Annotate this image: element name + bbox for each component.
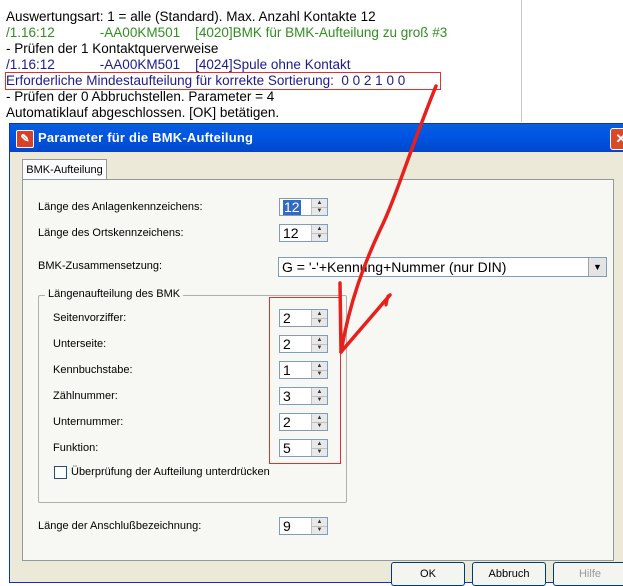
log-output: Auswertungsart: 1 = alle (Standard). Max… xyxy=(0,0,522,122)
orts-stepper[interactable]: 12 ▲ ▼ xyxy=(279,224,328,242)
anlagen-label: Länge des Anlagenkennzeichens: xyxy=(38,201,203,213)
suppress-check-checkbox[interactable] xyxy=(54,466,67,479)
app-icon: ✎ xyxy=(16,130,34,148)
orts-label: Länge des Ortskennzeichens: xyxy=(38,227,184,239)
zusammensetzung-select[interactable]: G = '-'+Kennung+Nummer (nur DIN) ▼ xyxy=(278,257,607,277)
row-label: Funktion: xyxy=(53,442,99,454)
log-line: /1.16:12 -AA00KM501 [4024]Spule ohne Kon… xyxy=(6,57,351,72)
anschluss-stepper[interactable]: 9 ▲ ▼ xyxy=(279,517,328,535)
zusammensetzung-label: BMK-Zusammensetzung: xyxy=(38,260,163,272)
anlagen-stepper[interactable]: 12 ▲ ▼ xyxy=(279,198,328,216)
anschluss-value[interactable]: 9 xyxy=(283,519,291,534)
log-line: /1.16:12 -AA00KM501 [4020]BMK für BMK-Au… xyxy=(6,25,448,40)
anlagen-value[interactable]: 12 xyxy=(283,200,301,215)
log-line: Automatiklauf abgeschlossen. [OK] betäti… xyxy=(6,105,280,120)
help-button[interactable]: Hilfe xyxy=(553,562,623,586)
spin-down-icon[interactable]: ▼ xyxy=(312,526,327,534)
row-label: Seitenvorziffer: xyxy=(53,312,127,324)
row-label: Zählnummer: xyxy=(53,390,118,402)
orts-value[interactable]: 12 xyxy=(283,226,299,241)
annotation-rectangle xyxy=(269,297,341,464)
cancel-button[interactable]: Abbruch xyxy=(472,562,546,586)
group-title: Längenaufteilung des BMK xyxy=(45,288,184,300)
spin-down-icon[interactable]: ▼ xyxy=(312,207,327,215)
annotation-highlight-box xyxy=(5,72,441,90)
dialog-titlebar[interactable]: ✎ Parameter für die BMK-Aufteilung ✕ xyxy=(10,124,623,152)
log-line: - Prüfen der 0 Abbruchstellen. Parameter… xyxy=(6,89,275,104)
row-label: Unterseite: xyxy=(53,338,107,350)
close-icon[interactable]: ✕ xyxy=(610,128,623,150)
row-label: Unternummer: xyxy=(53,416,124,428)
checkbox-label: Überprüfung der Aufteilung unterdrücken xyxy=(71,466,270,478)
dropdown-arrow-icon[interactable]: ▼ xyxy=(588,258,606,276)
dialog-title: Parameter für die BMK-Aufteilung xyxy=(38,130,254,145)
log-line: - Prüfen der 1 Kontaktquerverweise xyxy=(6,41,219,56)
spin-down-icon[interactable]: ▼ xyxy=(312,233,327,241)
log-line: Auswertungsart: 1 = alle (Standard). Max… xyxy=(6,9,376,24)
tab-bmk-aufteilung[interactable]: BMK-Aufteilung xyxy=(22,159,107,180)
row-label: Kennbuchstabe: xyxy=(53,364,133,376)
zusammensetzung-value: G = '-'+Kennung+Nummer (nur DIN) xyxy=(282,259,507,275)
anschluss-label: Länge der Anschlußbezeichnung: xyxy=(38,520,202,532)
ok-button[interactable]: OK xyxy=(391,562,465,586)
